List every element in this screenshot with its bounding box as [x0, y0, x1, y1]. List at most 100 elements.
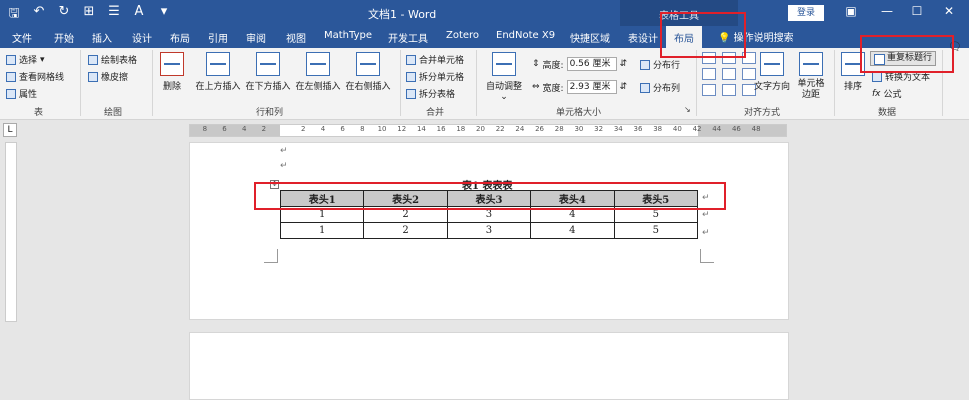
- split-table-button[interactable]: 拆分表格: [406, 87, 455, 100]
- formula-button[interactable]: fx 公式: [872, 87, 902, 101]
- tab-home[interactable]: 开始: [54, 30, 74, 45]
- table-cell[interactable]: 3: [446, 222, 532, 239]
- vertical-ruler: [5, 142, 17, 322]
- group-label-alignment: 对齐方式: [744, 108, 781, 118]
- eraser-icon: [88, 71, 98, 82]
- spin-arrows-icon[interactable]: ⇵: [620, 59, 628, 69]
- ruler-tick-label: 6: [222, 125, 227, 133]
- split-table-label: 拆分表格: [419, 90, 456, 100]
- highlight-box-layout-tab: [660, 12, 746, 58]
- merge-cells-icon: [406, 54, 416, 65]
- tab-zotero[interactable]: Zotero: [446, 30, 479, 41]
- autofit-label: 自动调整: [485, 82, 522, 92]
- list-icon[interactable]: ☰: [106, 4, 122, 26]
- tab-view[interactable]: 视图: [286, 30, 306, 45]
- dialog-launcher-icon[interactable]: ↘: [684, 105, 691, 114]
- tab-developer[interactable]: 开发工具: [388, 30, 428, 45]
- document-page[interactable]: [189, 332, 789, 400]
- align-bottom-left-icon[interactable]: [702, 84, 716, 96]
- maximize-icon[interactable]: ☐: [908, 4, 926, 18]
- tab-file[interactable]: 文件: [12, 30, 32, 45]
- ribbon-display-icon[interactable]: ▣: [842, 4, 860, 18]
- insert-below-button[interactable]: 在下方插入: [244, 52, 292, 92]
- text-direction-button[interactable]: 文字方向: [752, 52, 792, 92]
- alignment-grid: [702, 52, 756, 96]
- split-cells-button[interactable]: 拆分单元格: [406, 70, 464, 83]
- formula-icon: fx: [872, 88, 881, 99]
- tab-layout[interactable]: 布局: [170, 30, 190, 45]
- view-gridlines-button[interactable]: 查看网格线: [6, 70, 64, 83]
- margin-crop-mark: [264, 249, 278, 263]
- ruler-tick-label: 8: [202, 125, 208, 133]
- align-middle-left-icon[interactable]: [702, 68, 716, 80]
- ribbon-tabs: 文件 开始 插入 设计 布局 引用 审阅 视图 MathType 开发工具 Zo…: [0, 26, 969, 48]
- sort-label: 排序: [843, 82, 862, 92]
- group-label-cell-size: 单元格大小: [556, 108, 602, 118]
- redo-icon[interactable]: ↻: [56, 4, 72, 26]
- tab-quick-area[interactable]: 快捷区域: [570, 30, 610, 45]
- delete-button[interactable]: 删除: [158, 52, 186, 92]
- draw-table-button[interactable]: 绘制表格: [88, 53, 137, 66]
- customize-qat-icon[interactable]: ▾: [156, 4, 172, 26]
- ruler-tick-label: 4: [320, 125, 326, 133]
- undo-icon[interactable]: ↶: [31, 4, 47, 26]
- distribute-cols-icon: [640, 82, 650, 93]
- select-icon: [6, 54, 16, 65]
- distribute-cols-button[interactable]: 分布列: [640, 81, 680, 94]
- tab-review[interactable]: 审阅: [246, 30, 266, 45]
- font-color-icon[interactable]: A: [131, 4, 147, 26]
- split-table-icon: [406, 88, 416, 99]
- width-spinner[interactable]: ⇔ 宽度: 2.93 厘米 ⇵: [532, 80, 627, 94]
- cell-margins-icon: [799, 52, 823, 76]
- ruler-tick-label: 22: [495, 125, 505, 133]
- align-middle-center-icon[interactable]: [722, 68, 736, 80]
- distribute-rows-button[interactable]: 分布行: [640, 58, 680, 71]
- ruler-tick-label: 4: [241, 125, 247, 133]
- merge-cells-label: 合并单元格: [419, 56, 465, 66]
- spin-arrows-icon[interactable]: ⇵: [620, 82, 628, 92]
- autofit-button[interactable]: 自动调整 ⌄: [482, 52, 526, 102]
- ruler-tick-label: [274, 125, 294, 137]
- split-cells-label: 拆分单元格: [419, 73, 465, 83]
- tab-insert[interactable]: 插入: [92, 30, 112, 45]
- tab-table-design[interactable]: 表设计: [628, 30, 658, 45]
- height-spinner[interactable]: ⇕ 高度: 0.56 厘米 ⇵: [532, 57, 627, 71]
- select-button[interactable]: 选择 ▾: [6, 53, 45, 66]
- align-bottom-center-icon[interactable]: [722, 84, 736, 96]
- close-icon[interactable]: ✕: [940, 4, 958, 18]
- tab-mathtype[interactable]: MathType: [324, 30, 372, 41]
- save-icon[interactable]: 🖫: [6, 4, 22, 26]
- table-border-icon[interactable]: ⊞: [81, 4, 97, 26]
- eraser-button[interactable]: 橡皮擦: [88, 70, 128, 83]
- ruler-tick-label: 46: [731, 125, 741, 133]
- insert-right-button[interactable]: 在右侧插入: [344, 52, 392, 92]
- table-cell[interactable]: 5: [613, 222, 699, 239]
- table-cell[interactable]: 1: [279, 222, 365, 239]
- tab-endnote[interactable]: EndNote X9: [496, 30, 555, 41]
- login-button[interactable]: 登录: [788, 5, 824, 21]
- table-row[interactable]: 1 2 3 4 5: [279, 222, 699, 239]
- gridlines-label: 查看网格线: [19, 73, 65, 83]
- tab-references[interactable]: 引用: [208, 30, 228, 45]
- table-cell[interactable]: 4: [530, 222, 615, 239]
- merge-cells-button[interactable]: 合并单元格: [406, 53, 464, 66]
- horizontal-ruler: L 8 6 4 2 2 4 6 8 10 12 14 16 18 20 22 24 26 28 30 32 34 36 38…: [0, 120, 969, 140]
- width-icon: ⇔: [532, 82, 540, 92]
- properties-button[interactable]: 属性: [6, 87, 37, 100]
- autofit-icon: [492, 52, 516, 76]
- cell-margins-button[interactable]: 单元格边距: [794, 52, 828, 101]
- width-input[interactable]: 2.93 厘米: [566, 80, 617, 94]
- insert-below-label: 在下方插入: [245, 82, 291, 92]
- height-input[interactable]: 0.56 厘米: [566, 57, 617, 71]
- insert-left-button[interactable]: 在左侧插入: [294, 52, 342, 92]
- ruler-tick-label: 8: [360, 125, 365, 133]
- minimize-icon[interactable]: —: [878, 4, 896, 18]
- ruler-tick-label: 2: [261, 125, 267, 133]
- insert-above-button[interactable]: 在上方插入: [194, 52, 242, 92]
- table-cell[interactable]: 2: [363, 222, 448, 239]
- document-page[interactable]: ↵ ↵ ✥ 表1 表表表 表头1 表头2 表头3 表头4 表头5 1 2 3 4…: [189, 142, 789, 320]
- tab-design[interactable]: 设计: [132, 30, 152, 45]
- row-end-mark: ↵: [702, 210, 710, 220]
- tab-selector[interactable]: L: [3, 123, 17, 137]
- ruler-tick-label: 10: [377, 125, 387, 133]
